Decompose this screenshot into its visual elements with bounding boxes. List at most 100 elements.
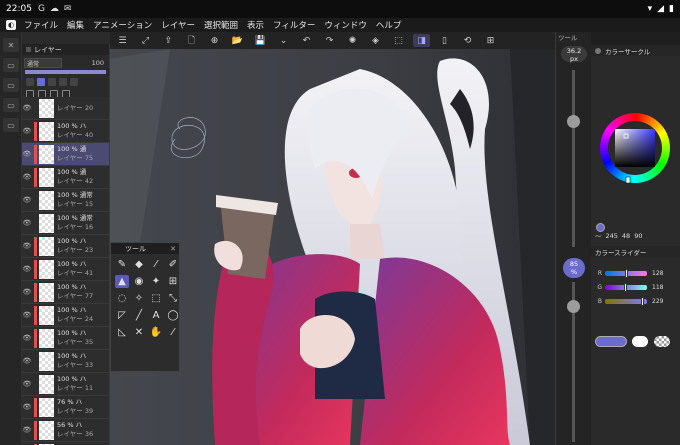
menu-filter[interactable]: フィルター [273, 19, 315, 31]
layer-row[interactable]: 👁 100 % ハレイヤー 40 [22, 120, 109, 143]
main-color-chip[interactable] [595, 336, 627, 347]
eye-icon[interactable]: 👁 [22, 426, 32, 434]
eye-icon[interactable]: 👁 [22, 357, 32, 365]
vector-icon[interactable]: ✕ [132, 326, 146, 339]
channel-slider[interactable] [605, 268, 647, 278]
layer-row[interactable]: 👁 100 % 通常 レイヤー 16 [22, 212, 109, 235]
new-icon[interactable]: ⊕ [206, 34, 223, 47]
channel-value[interactable]: 229 [652, 298, 663, 305]
channel-value[interactable]: 128 [652, 270, 663, 277]
fill-icon[interactable]: ◈ [367, 34, 384, 47]
channel-slider[interactable] [605, 282, 647, 292]
eye-icon[interactable]: 👁 [22, 196, 32, 204]
layer-row[interactable]: 👁 100 % ハレイヤー 41 [22, 258, 109, 281]
current-color-swatch[interactable] [596, 223, 605, 232]
clip-icon[interactable] [37, 78, 45, 86]
menu-view[interactable]: 表示 [247, 19, 264, 31]
layer-row[interactable]: 👁 100 % 通レイヤー 75 [22, 143, 109, 166]
eye-icon[interactable]: 👁 [22, 334, 32, 342]
settings-icon[interactable]: ✺ [344, 34, 361, 47]
transparent-color-chip[interactable] [654, 336, 670, 347]
phone-icon[interactable]: ▯ [436, 34, 453, 47]
reference-icon[interactable] [48, 78, 56, 86]
pen-icon[interactable]: ✎ [115, 258, 129, 271]
hue-marker[interactable] [625, 176, 631, 184]
layer-row[interactable]: 👁 100 % 通レイヤー 42 [22, 166, 109, 189]
channel-marker[interactable] [623, 282, 627, 292]
redo-icon[interactable]: ↷ [321, 34, 338, 47]
layer-row[interactable]: 👁 100 % 通常 レイヤー 15 [22, 189, 109, 212]
fill-tool-icon[interactable]: ▲ [115, 275, 129, 288]
menu-icon[interactable]: ☰ [114, 34, 131, 47]
brush-opacity-knob[interactable] [567, 300, 580, 313]
panel-toggle-icon[interactable]: ▭ [3, 118, 19, 132]
menu-layer[interactable]: レイヤー [161, 19, 195, 31]
channel-value[interactable]: 118 [652, 284, 663, 291]
grid-icon[interactable]: ⊞ [482, 34, 499, 47]
panel-toggle-icon[interactable]: ▭ [3, 58, 19, 72]
fit-icon[interactable]: ⤢ [137, 34, 154, 47]
eye-icon[interactable]: 👁 [22, 380, 32, 388]
eye-icon[interactable]: 👁 [22, 104, 32, 112]
app-logo-icon[interactable]: ◐ [6, 20, 16, 30]
select-rect-icon[interactable]: ⬚ [149, 292, 163, 305]
layer-row[interactable]: 👁 76 % ハレイヤー 39 [22, 396, 109, 419]
close-strip-icon[interactable]: ✕ [3, 38, 19, 52]
layer-row[interactable]: 👁 100 % ハレイヤー 77 [22, 281, 109, 304]
picker-icon[interactable]: ⁄ [166, 326, 180, 339]
color-slider-title[interactable]: カラースライダー [595, 247, 646, 257]
layer-row[interactable]: 👁 レイヤー 20 [22, 97, 109, 120]
export-icon[interactable]: ⇪ [160, 34, 177, 47]
channel-slider[interactable] [605, 296, 647, 306]
undo-icon[interactable]: ↶ [298, 34, 315, 47]
sync-icon[interactable]: ⟲ [459, 34, 476, 47]
eye-icon[interactable]: 👁 [22, 150, 32, 158]
transform-icon[interactable]: ⬚ [390, 34, 407, 47]
layer-row[interactable]: 👁 56 % ハレイヤー 36 [22, 419, 109, 442]
line-icon[interactable]: ╱ [132, 309, 146, 322]
eye-icon[interactable]: 👁 [22, 288, 32, 296]
folder-icon[interactable]: 📂 [229, 34, 246, 47]
brush-size-knob[interactable] [567, 115, 580, 129]
eye-icon[interactable]: 👁 [22, 403, 32, 411]
transform-tool-icon[interactable]: ⤡ [166, 292, 180, 305]
menu-help[interactable]: ヘルプ [376, 19, 402, 31]
layer-row[interactable]: 👁 100 % ハレイヤー 24 [22, 304, 109, 327]
blend-icon[interactable]: ◉ [132, 275, 146, 288]
close-icon[interactable]: ✕ [170, 245, 176, 253]
channel-marker[interactable] [625, 268, 629, 278]
brush-icon[interactable]: ✐ [166, 258, 180, 271]
layer-row[interactable]: 👁 100 % ハレイヤー 11 [22, 373, 109, 396]
save-icon[interactable]: 💾 [252, 34, 269, 47]
eye-icon[interactable]: 👁 [22, 219, 32, 227]
hand-icon[interactable]: ✋ [149, 326, 163, 339]
eraser-icon[interactable]: ◆ [132, 258, 146, 271]
layer-panel-title[interactable]: レイヤー [34, 45, 62, 55]
channel-marker[interactable] [640, 296, 644, 306]
color-wheel-title[interactable]: カラーサークル [605, 46, 650, 56]
layer-opacity-slider[interactable] [25, 70, 106, 74]
lock-icon[interactable] [26, 78, 34, 86]
lasso-icon[interactable]: ◌ [115, 292, 129, 305]
dropdown-icon[interactable]: ⌄ [275, 34, 292, 47]
mask-icon[interactable] [59, 78, 67, 86]
color-wheel[interactable] [591, 56, 680, 226]
file-icon[interactable]: 🗋 [183, 34, 200, 47]
layer-row[interactable]: 👁 100 % ハレイヤー 33 [22, 350, 109, 373]
eye-icon[interactable]: 👁 [22, 265, 32, 273]
panel-toggle-icon[interactable]: ▭ [3, 78, 19, 92]
sub-color-chip[interactable] [632, 336, 648, 347]
eye-icon[interactable]: 👁 [22, 127, 32, 135]
wand-icon[interactable]: ✧ [132, 292, 146, 305]
eye-icon[interactable]: 👁 [22, 242, 32, 250]
panel-toggle-icon[interactable]: ▭ [3, 98, 19, 112]
layer-row[interactable]: 👁 100 % ハレイヤー 23 [22, 235, 109, 258]
move-layer-icon[interactable]: ⊞ [166, 275, 180, 288]
frame-icon[interactable]: ◺ [115, 326, 129, 339]
menu-window[interactable]: ウィンドウ [324, 19, 367, 31]
eyedropper-icon[interactable]: ⁄ [149, 258, 163, 271]
blend-mode-select[interactable]: 通常 [24, 57, 62, 68]
balloon-icon[interactable]: ◯ [166, 309, 180, 322]
layer-opacity-value[interactable]: 100 [92, 59, 104, 67]
eye-icon[interactable]: 👁 [22, 173, 32, 181]
